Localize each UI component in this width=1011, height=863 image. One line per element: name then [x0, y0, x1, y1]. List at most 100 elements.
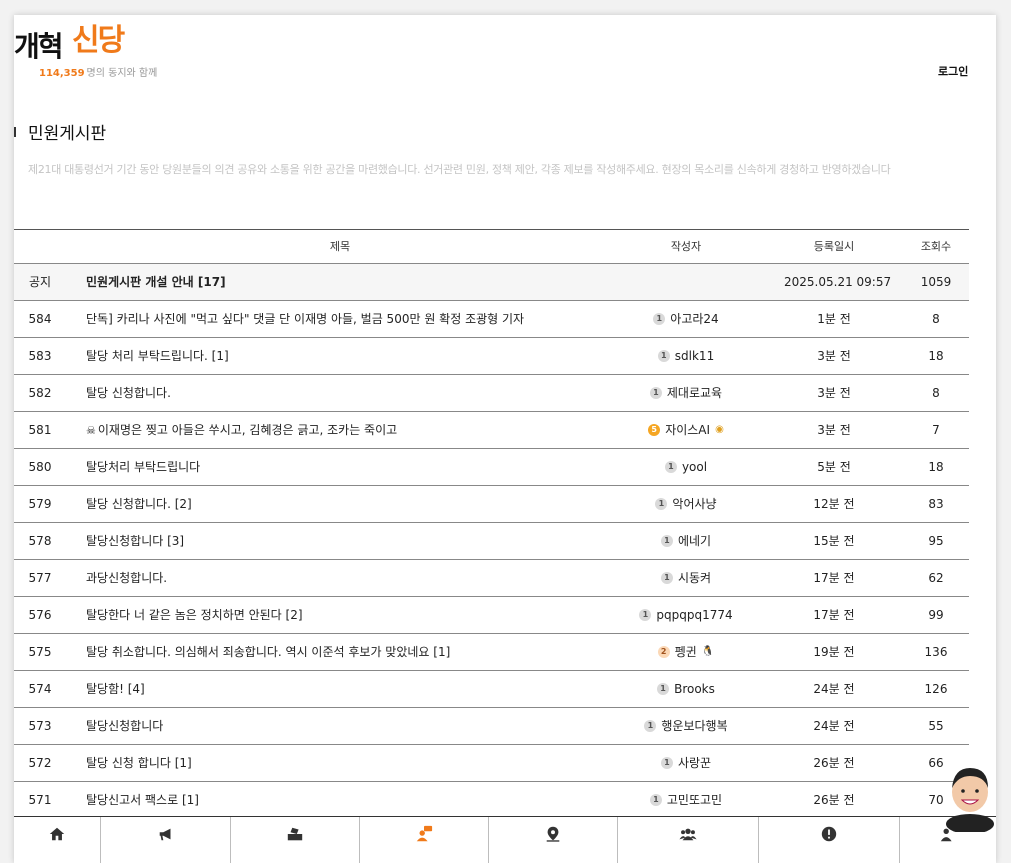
post-title-link[interactable]: 탈당신고서 팩스로 [1]	[86, 782, 636, 818]
author-name: 에네기	[677, 534, 712, 548]
post-author[interactable]: 1 고민또고민	[606, 782, 766, 818]
post-title-link[interactable]: 단독] 카리나 사진에 "먹고 싶다" 댓글 단 이재명 아들, 벌금 500만…	[86, 301, 636, 337]
login-link[interactable]: 로그인	[938, 63, 968, 79]
penguin-icon: 🐧	[701, 646, 715, 657]
post-views: 18	[928, 460, 944, 474]
post-views: 83	[928, 497, 944, 511]
post-views: 99	[928, 608, 944, 622]
nav-map[interactable]	[489, 817, 618, 863]
level-badge: 1	[664, 461, 677, 473]
table-row[interactable]: 584 단독] 카리나 사진에 "먹고 싶다" 댓글 단 이재명 아들, 벌금 5…	[14, 301, 969, 338]
page-title: 민원게시판	[28, 124, 107, 144]
post-title-text: 탈당함! [4]	[86, 682, 145, 696]
post-title-link[interactable]: 민원게시판 개설 안내 [17]	[86, 264, 636, 300]
post-author[interactable]: 1 시동켜	[606, 560, 766, 596]
nav-home[interactable]	[14, 817, 101, 863]
post-views: 62	[928, 571, 944, 585]
level-badge: 1	[657, 350, 670, 362]
author-name: 악어사냥	[672, 497, 717, 511]
post-date: 3분 전	[817, 423, 851, 437]
post-views: 8	[932, 312, 940, 326]
post-title-text: 탈당한다 너 같은 놈은 정치하면 안된다 [2]	[86, 608, 303, 622]
post-author[interactable]: 5 자이스AI ◉	[606, 412, 766, 448]
post-title-link[interactable]: 탈당 취소합니다. 의심해서 죄송합니다. 역시 이준석 후보가 맞았네요 [1…	[86, 634, 636, 670]
post-title-link[interactable]: 탈당 신청 합니다 [1]	[86, 745, 636, 781]
table-row[interactable]: 575 탈당 취소합니다. 의심해서 죄송합니다. 역시 이준석 후보가 맞았네요…	[14, 634, 969, 671]
table-row[interactable]: 583 탈당 처리 부탁드립니다. [1] 1 sdlk11 3분 전 18	[14, 338, 969, 375]
post-author[interactable]: 1 사랑꾼	[606, 745, 766, 781]
post-title-text: 탈당 신청 합니다 [1]	[86, 756, 192, 770]
post-title-link[interactable]: 과당신청합니다.	[86, 560, 636, 596]
post-author[interactable]: 1 제대로교육	[606, 375, 766, 411]
nav-notice[interactable]	[101, 817, 231, 863]
author-name: 펭귄	[674, 645, 697, 659]
post-number: 581	[28, 423, 52, 437]
post-title-link[interactable]: 탈당신청합니다 [3]	[86, 523, 636, 559]
medal-icon: ◉	[715, 424, 724, 435]
post-number: 580	[28, 460, 52, 474]
table-row[interactable]: 574 탈당함! [4] 1 Brooks 24분 전 126	[14, 671, 969, 708]
post-author[interactable]: 1 행운보다행복	[606, 708, 766, 744]
post-author[interactable]: 1 pqpqpq1774	[606, 597, 766, 633]
post-date: 12분 전	[813, 497, 855, 511]
post-title-text: 단독] 카리나 사진에 "먹고 싶다" 댓글 단 이재명 아들, 벌금 500만…	[86, 312, 525, 326]
post-views: 1059	[920, 275, 952, 289]
notice-row[interactable]: 공지 민원게시판 개설 안내 [17] 2025.05.21 09:57 105…	[14, 264, 969, 301]
chatbot-avatar[interactable]	[944, 762, 996, 832]
post-date: 26분 전	[813, 756, 855, 770]
table-row[interactable]: 579 탈당 신청합니다. [2] 1 악어사냥 12분 전 83	[14, 486, 969, 523]
post-title-link[interactable]: 탈당 신청합니다.	[86, 375, 636, 411]
table-row[interactable]: 582 탈당 신청합니다. 1 제대로교육 3분 전 8	[14, 375, 969, 412]
post-author[interactable]: 2 펭귄 🐧	[606, 634, 766, 670]
post-author[interactable]: 1 에네기	[606, 523, 766, 559]
table-row[interactable]: 578 탈당신청합니다 [3] 1 에네기 15분 전 95	[14, 523, 969, 560]
table-row[interactable]: 581 ☠ 이재명은 찢고 아들은 쑤시고, 김혜경은 긁고, 조카는 죽이고 5 자이…	[14, 412, 969, 449]
level-badge: 1	[649, 794, 662, 806]
post-number: 574	[28, 682, 52, 696]
group-icon	[679, 828, 697, 841]
nav-group[interactable]	[618, 817, 759, 863]
page-frame: 개혁 신당 114,359 명의 동지와 함께 로그인 민원게시판 제21대 대통…	[14, 15, 996, 863]
author-name: 제대로교육	[666, 386, 723, 400]
post-author[interactable]: 1 Brooks	[606, 671, 766, 707]
site-logo[interactable]: 개혁 신당	[14, 15, 144, 65]
post-author[interactable]: 1 sdlk11	[606, 338, 766, 374]
post-number: 571	[28, 793, 52, 807]
table-row[interactable]: 577 과당신청합니다. 1 시동켜 17분 전 62	[14, 560, 969, 597]
post-date: 26분 전	[813, 793, 855, 807]
author-name: 행운보다행복	[661, 719, 728, 733]
table-row[interactable]: 572 탈당 신청 합니다 [1] 1 사랑꾼 26분 전 66	[14, 745, 969, 782]
post-title-text: 탈당 신청합니다. [2]	[86, 497, 192, 511]
table-row[interactable]: 580 탈당처리 부탁드립니다 1 yool 5분 전 18	[14, 449, 969, 486]
header-date: 등록일시	[813, 240, 855, 253]
table-row[interactable]: 576 탈당한다 너 같은 놈은 정치하면 안된다 [2] 1 pqpqpq1774 1…	[14, 597, 969, 634]
post-number: 584	[28, 312, 52, 326]
post-author[interactable]: 1 악어사냥	[606, 486, 766, 522]
post-date: 24분 전	[813, 719, 855, 733]
table-row[interactable]: 571 탈당신고서 팩스로 [1] 1 고민또고민 26분 전 70	[14, 782, 969, 819]
megaphone-icon	[159, 828, 170, 841]
post-title-link[interactable]: ☠ 이재명은 찢고 아들은 쑤시고, 김혜경은 긁고, 조카는 죽이고	[86, 412, 636, 448]
post-title-link[interactable]: 탈당한다 너 같은 놈은 정치하면 안된다 [2]	[86, 597, 636, 633]
post-author[interactable]: 1 아고라24	[606, 301, 766, 337]
author-name: Brooks	[674, 682, 715, 696]
table-row[interactable]: 573 탈당신청합니다 1 행운보다행복 24분 전 55	[14, 708, 969, 745]
post-title-link[interactable]: 탈당 신청합니다. [2]	[86, 486, 636, 522]
post-date: 19분 전	[813, 645, 855, 659]
level-badge: 2	[657, 646, 670, 658]
post-author[interactable]: 1 yool	[606, 449, 766, 485]
post-date: 3분 전	[817, 386, 851, 400]
post-title-link[interactable]: 탈당처리 부탁드립니다	[86, 449, 636, 485]
nav-vote[interactable]	[231, 817, 360, 863]
nav-complaint[interactable]	[360, 817, 489, 863]
post-title-link[interactable]: 탈당신청합니다	[86, 708, 636, 744]
level-badge: 1	[649, 387, 662, 399]
post-title-link[interactable]: 탈당함! [4]	[86, 671, 636, 707]
post-title-text: 탈당신고서 팩스로 [1]	[86, 793, 199, 807]
level-badge: 1	[644, 720, 657, 732]
nav-info[interactable]	[759, 817, 900, 863]
author-name: pqpqpq1774	[656, 608, 733, 622]
post-views: 136	[924, 645, 948, 659]
post-title-text: 탈당 처리 부탁드립니다. [1]	[86, 349, 229, 363]
post-title-link[interactable]: 탈당 처리 부탁드립니다. [1]	[86, 338, 636, 374]
